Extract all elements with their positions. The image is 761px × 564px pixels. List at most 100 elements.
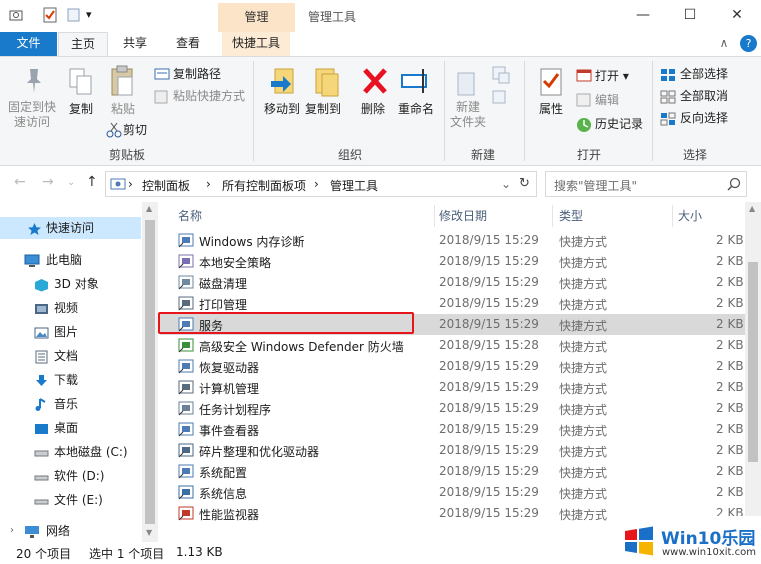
address-bar[interactable]: › 控制面板 › 所有控制面板项 › 管理工具 ⌄ ↻ — [105, 171, 537, 197]
table-row[interactable]: 恢复驱动器 2018/9/15 15:29 快捷方式 2 KB — [160, 356, 746, 377]
scroll-thumb[interactable] — [145, 220, 155, 524]
nav-network[interactable]: › 网络 — [0, 520, 140, 542]
recent-locations-chevron-icon[interactable]: ⌄ — [67, 177, 75, 188]
scroll-up-icon[interactable]: ▲ — [749, 204, 755, 213]
file-size: 2 KB — [716, 233, 744, 247]
file-type: 快捷方式 — [559, 235, 608, 249]
select-none-button[interactable]: 全部取消 — [680, 86, 728, 106]
column-divider[interactable] — [552, 205, 553, 227]
scroll-thumb[interactable] — [748, 262, 758, 462]
scroll-up-icon[interactable]: ▲ — [146, 204, 152, 213]
copy-path-button[interactable]: 复制路径 — [173, 64, 221, 84]
column-header-type[interactable]: 类型 — [559, 205, 583, 227]
nav-pictures[interactable]: 图片 — [0, 321, 140, 343]
paste-button[interactable]: 粘贴 — [108, 102, 138, 117]
nav-this-pc[interactable]: 此电脑 — [0, 249, 140, 271]
nav-drive-e[interactable]: 文件 (E:) — [0, 489, 140, 511]
up-arrow-icon[interactable]: ↑ — [86, 174, 98, 190]
nav-label: 音乐 — [54, 397, 79, 411]
table-row[interactable]: 磁盘清理 2018/9/15 15:29 快捷方式 2 KB — [160, 272, 746, 293]
help-button[interactable]: ? — [740, 35, 757, 52]
file-name: 任务计划程序 — [199, 403, 272, 417]
desktop-icon — [34, 421, 49, 435]
cut-button[interactable]: 剪切 — [123, 120, 147, 140]
table-row[interactable]: 计算机管理 2018/9/15 15:29 快捷方式 2 KB — [160, 377, 746, 398]
new-folder-button[interactable]: 新建 文件夹 — [446, 100, 490, 130]
column-header-name[interactable]: 名称 — [178, 205, 202, 227]
paste-shortcut-button[interactable]: 粘贴快捷方式 — [173, 86, 245, 106]
column-divider[interactable] — [672, 205, 673, 227]
edit-button[interactable]: 编辑 — [595, 90, 619, 110]
breadcrumb-admin-tools[interactable]: 管理工具 — [330, 177, 378, 194]
collapse-ribbon-button[interactable]: ∧ — [716, 32, 732, 56]
shortcut-icon — [178, 422, 194, 437]
table-row[interactable]: 打印管理 2018/9/15 15:29 快捷方式 2 KB — [160, 293, 746, 314]
expand-chevron-icon[interactable]: › — [10, 520, 14, 542]
nav-quick-access[interactable]: 快速访问 — [0, 217, 141, 239]
pin-label-line2: 速访问 — [13, 115, 50, 129]
new-folder-icon[interactable] — [66, 7, 82, 23]
nav-desktop[interactable]: 桌面 — [0, 417, 140, 439]
close-button[interactable]: ✕ — [714, 0, 760, 32]
select-all-button[interactable]: 全部选择 — [680, 64, 728, 84]
move-to-icon — [269, 65, 299, 102]
column-header-date[interactable]: 修改日期 — [439, 205, 487, 227]
address-dropdown-icon[interactable]: ⌄ — [501, 177, 511, 191]
tab-shortcut-tools[interactable]: 快捷工具 — [222, 32, 290, 56]
system-menu-icon[interactable] — [8, 7, 24, 23]
file-list-scrollbar[interactable]: ▲ ▼ — [745, 202, 761, 542]
table-row[interactable]: 高级安全 Windows Defender 防火墙 2018/9/15 15:28… — [160, 335, 746, 356]
copy-to-icon — [312, 65, 342, 102]
file-type: 快捷方式 — [559, 466, 608, 480]
customize-toolbar-dropdown[interactable]: ▾ — [86, 7, 102, 23]
rename-button[interactable]: 重命名 — [395, 102, 437, 117]
tab-home[interactable]: 主页 — [58, 32, 108, 56]
select-all-icon — [660, 68, 676, 85]
table-row[interactable]: 系统配置 2018/9/15 15:29 快捷方式 2 KB — [160, 461, 746, 482]
nav-label: 本地磁盘 (C:) — [54, 445, 128, 459]
window-title: 管理工具 — [308, 10, 357, 24]
table-row[interactable]: 任务计划程序 2018/9/15 15:29 快捷方式 2 KB — [160, 398, 746, 419]
tab-view[interactable]: 查看 — [164, 32, 212, 56]
nav-documents[interactable]: 文档 — [0, 345, 140, 367]
maximize-button[interactable]: ☐ — [667, 0, 713, 32]
refresh-icon[interactable]: ↻ — [519, 176, 530, 191]
move-to-button[interactable]: 移动到 — [261, 102, 303, 117]
tab-share[interactable]: 共享 — [112, 32, 158, 56]
navigation-scrollbar[interactable]: ▲ ▼ — [142, 202, 158, 542]
delete-button[interactable]: 删除 — [356, 102, 390, 117]
shortcut-icon — [178, 464, 194, 479]
shortcut-icon — [178, 485, 194, 500]
back-arrow-icon[interactable]: ← — [14, 174, 26, 190]
nav-downloads[interactable]: 下载 — [0, 369, 140, 391]
invert-selection-button[interactable]: 反向选择 — [680, 108, 728, 128]
breadcrumb-all-items[interactable]: 所有控制面板项 — [222, 177, 306, 194]
table-row[interactable]: Windows 内存诊断 2018/9/15 15:29 快捷方式 2 KB — [160, 230, 746, 251]
forward-arrow-icon[interactable]: → — [42, 174, 54, 190]
breadcrumb-control-panel[interactable]: 控制面板 — [142, 177, 190, 194]
file-date: 2018/9/15 15:29 — [439, 380, 539, 394]
copy-button[interactable]: 复制 — [66, 102, 96, 117]
nav-drive-c[interactable]: 本地磁盘 (C:) — [0, 441, 140, 463]
nav-3d-objects[interactable]: 3D 对象 — [0, 273, 140, 295]
scroll-down-icon[interactable]: ▼ — [146, 528, 152, 537]
properties-icon[interactable] — [42, 7, 58, 23]
nav-drive-d[interactable]: 软件 (D:) — [0, 465, 140, 487]
properties-button[interactable]: 属性 — [533, 102, 569, 117]
column-header-size[interactable]: 大小 — [678, 205, 702, 227]
tab-file[interactable]: 文件 — [0, 32, 57, 56]
history-button[interactable]: 历史记录 — [595, 114, 643, 134]
table-row[interactable]: 事件查看器 2018/9/15 15:29 快捷方式 2 KB — [160, 419, 746, 440]
search-box[interactable]: 搜索"管理工具" — [545, 171, 747, 197]
table-row[interactable]: 碎片整理和优化驱动器 2018/9/15 15:29 快捷方式 2 KB — [160, 440, 746, 461]
pin-quick-access-button[interactable]: 固定到快 速访问 — [6, 100, 58, 130]
nav-music[interactable]: 音乐 — [0, 393, 140, 415]
table-row[interactable]: 系统信息 2018/9/15 15:29 快捷方式 2 KB — [160, 482, 746, 503]
copy-to-button[interactable]: 复制到 — [302, 102, 344, 117]
nav-videos[interactable]: 视频 — [0, 297, 140, 319]
minimize-button[interactable]: — — [620, 0, 666, 32]
table-row[interactable]: 本地安全策略 2018/9/15 15:29 快捷方式 2 KB — [160, 251, 746, 272]
column-divider[interactable] — [434, 205, 435, 227]
open-button[interactable]: 打开 ▾ — [595, 66, 629, 86]
search-icon[interactable] — [727, 177, 741, 194]
